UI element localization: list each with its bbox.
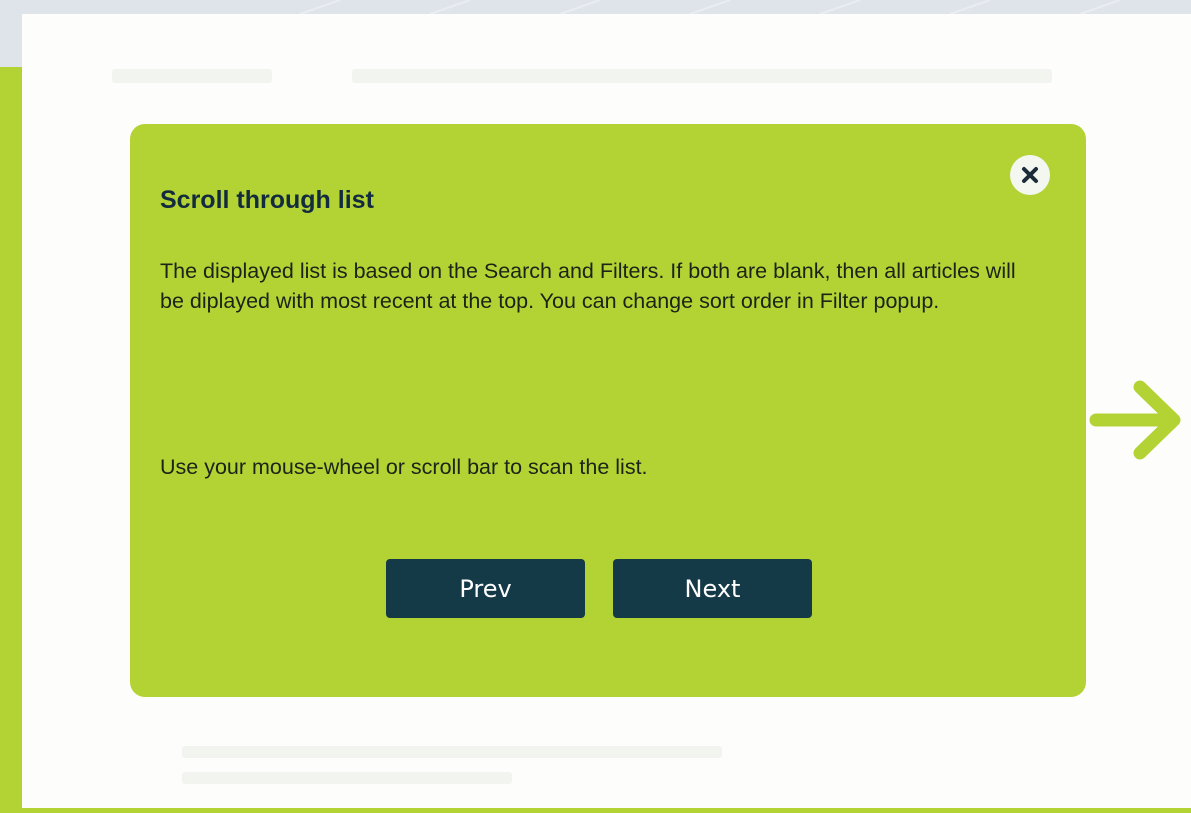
background-placeholder bbox=[182, 746, 722, 758]
popup-instruction: Use your mouse-wheel or scroll bar to sc… bbox=[160, 455, 648, 479]
popup-description: The displayed list is based on the Searc… bbox=[160, 259, 1016, 313]
close-button[interactable] bbox=[1010, 155, 1050, 195]
next-button-label: Next bbox=[684, 574, 741, 603]
background-placeholder bbox=[352, 69, 1052, 83]
prev-button[interactable]: Prev bbox=[386, 559, 585, 618]
tour-popup: Scroll through list The displayed list i… bbox=[130, 124, 1086, 697]
arrow-right-icon bbox=[1089, 380, 1181, 460]
popup-title: Scroll through list bbox=[160, 186, 374, 214]
background-placeholder bbox=[182, 772, 512, 784]
background-placeholder bbox=[112, 69, 272, 83]
next-button[interactable]: Next bbox=[613, 559, 812, 618]
prev-button-label: Prev bbox=[459, 574, 512, 603]
bottom-accent-line bbox=[22, 808, 1191, 813]
close-icon bbox=[1022, 167, 1038, 183]
left-accent-bar bbox=[0, 67, 22, 813]
